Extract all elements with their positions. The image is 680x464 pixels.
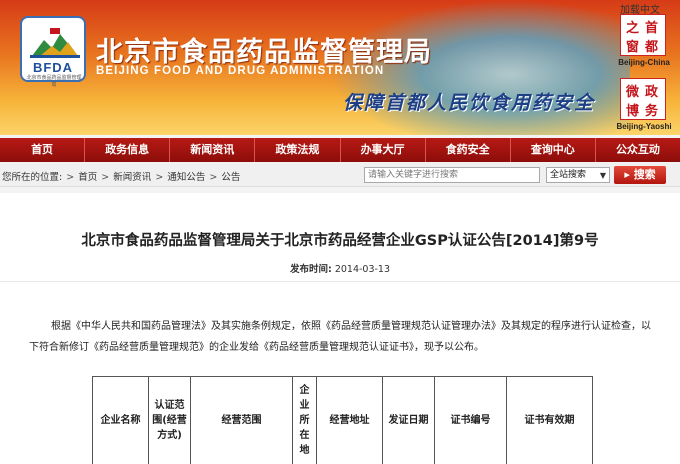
table-header-row: 企业名称 认证范围(经营方式) 经营范围 企业所在地 经营地址 发证日期 证书编… — [92, 376, 593, 464]
breadcrumb: 您所在的位置: > 首页 > 新闻资讯 > 通知公告 > 公告 — [2, 169, 240, 183]
seal-caption: Beijing-Yaoshi — [616, 122, 672, 131]
column-header: 经营地址 — [316, 376, 383, 464]
nav-item-gov-info[interactable]: 政务信息 — [85, 138, 171, 162]
column-header: 经营范围 — [190, 376, 293, 464]
breadcrumb-item-home[interactable]: 首页 — [78, 172, 97, 183]
publish-date-value: 2014-03-13 — [334, 264, 391, 275]
capital-window-seal[interactable]: 首 都 之 窗 — [620, 14, 666, 56]
column-header: 证书编号 — [434, 376, 507, 464]
seal-char: 博 — [626, 104, 640, 119]
seal-char: 窗 — [626, 40, 640, 55]
certification-table: 企业名称 认证范围(经营方式) 经营范围 企业所在地 经营地址 发证日期 证书编… — [92, 376, 593, 464]
breadcrumb-item-announcement[interactable]: 公告 — [221, 172, 240, 183]
article-content: 北京市食品药品监督管理局关于北京市药品经营企业GSP认证公告[2014]第9号 … — [0, 193, 680, 464]
column-header: 企业名称 — [92, 376, 149, 464]
column-header: 认证范围(经营方式) — [148, 376, 191, 464]
nav-item-policy[interactable]: 政策法规 — [255, 138, 341, 162]
breadcrumb-separator: > — [66, 172, 75, 183]
logo-caption: 北京市食品药品监督管理局 — [26, 75, 82, 88]
breadcrumb-separator: > — [101, 172, 110, 183]
breadcrumb-prefix: 您所在的位置: — [2, 172, 63, 183]
main-nav: 首页 政务信息 新闻资讯 政策法规 办事大厅 食药安全 查询中心 公众互动 — [0, 138, 680, 162]
banner-slogan: 保障首都人民饮食用药安全 — [343, 92, 596, 114]
column-header: 证书有效期 — [506, 376, 593, 464]
column-header: 企业所在地 — [292, 376, 317, 464]
column-header: 发证日期 — [382, 376, 435, 464]
breadcrumb-separator: > — [209, 172, 218, 183]
search-scope-value: 全站搜索 — [550, 170, 587, 180]
article-paragraph: 根据《中华人民共和国药品管理法》及其实施条例规定，依照《药品经营质量管理规范认证… — [29, 321, 651, 353]
logo-abbr: BFDA — [32, 60, 74, 75]
seal-char: 政 — [645, 85, 659, 100]
seal-char: 务 — [645, 104, 659, 119]
nav-item-food-drug-safety[interactable]: 食药安全 — [426, 138, 511, 162]
search-icon: ▸ — [624, 168, 630, 181]
publish-date-label: 发布时间: — [289, 264, 332, 275]
breadcrumb-item-news[interactable]: 新闻资讯 — [113, 172, 151, 183]
seal-char: 微 — [626, 85, 640, 100]
publish-date: 发布时间: 2014-03-13 — [0, 261, 680, 275]
article-title: 北京市食品药品监督管理局关于北京市药品经营企业GSP认证公告[2014]第9号 — [81, 233, 599, 249]
divider — [0, 281, 680, 282]
search-input[interactable]: 请输入关键字进行搜索 — [364, 167, 540, 183]
mountain-icon — [30, 28, 80, 58]
seal-caption: Beijing-China — [618, 58, 670, 67]
seal-char: 首 — [645, 21, 659, 36]
seal-char: 之 — [626, 21, 640, 36]
nav-item-news[interactable]: 新闻资讯 — [170, 138, 256, 162]
nav-item-home[interactable]: 首页 — [0, 138, 86, 162]
seal-char: 都 — [645, 40, 659, 55]
search-scope-select[interactable]: 全站搜索 ▼ — [546, 167, 610, 183]
site-title: 北京市食品药品监督管理局 — [96, 37, 432, 68]
nav-item-query-center[interactable]: 查询中心 — [511, 138, 596, 162]
breadcrumb-bar: 您所在的位置: > 首页 > 新闻资讯 > 通知公告 > 公告 请输入关键字进行… — [0, 163, 680, 187]
site-title-english: BEIJING FOOD AND DRUG ADMINISTRATION — [96, 65, 385, 77]
nav-item-public-interaction[interactable]: 公众互动 — [596, 138, 680, 162]
gov-weibo-seal[interactable]: 政 务 微 博 — [620, 78, 666, 120]
search-button[interactable]: ▸ 搜索 — [614, 166, 666, 184]
chevron-down-icon: ▼ — [599, 171, 606, 180]
breadcrumb-item-notices[interactable]: 通知公告 — [167, 172, 205, 183]
nav-item-services[interactable]: 办事大厅 — [341, 138, 426, 162]
search-button-label: 搜索 — [633, 168, 656, 181]
breadcrumb-separator: > — [155, 172, 164, 183]
bfda-logo[interactable]: BFDA 北京市食品药品监督管理局 — [20, 16, 86, 88]
site-banner: BFDA 北京市食品药品监督管理局 北京市食品药品监督管理局 BEIJING F… — [0, 0, 680, 135]
